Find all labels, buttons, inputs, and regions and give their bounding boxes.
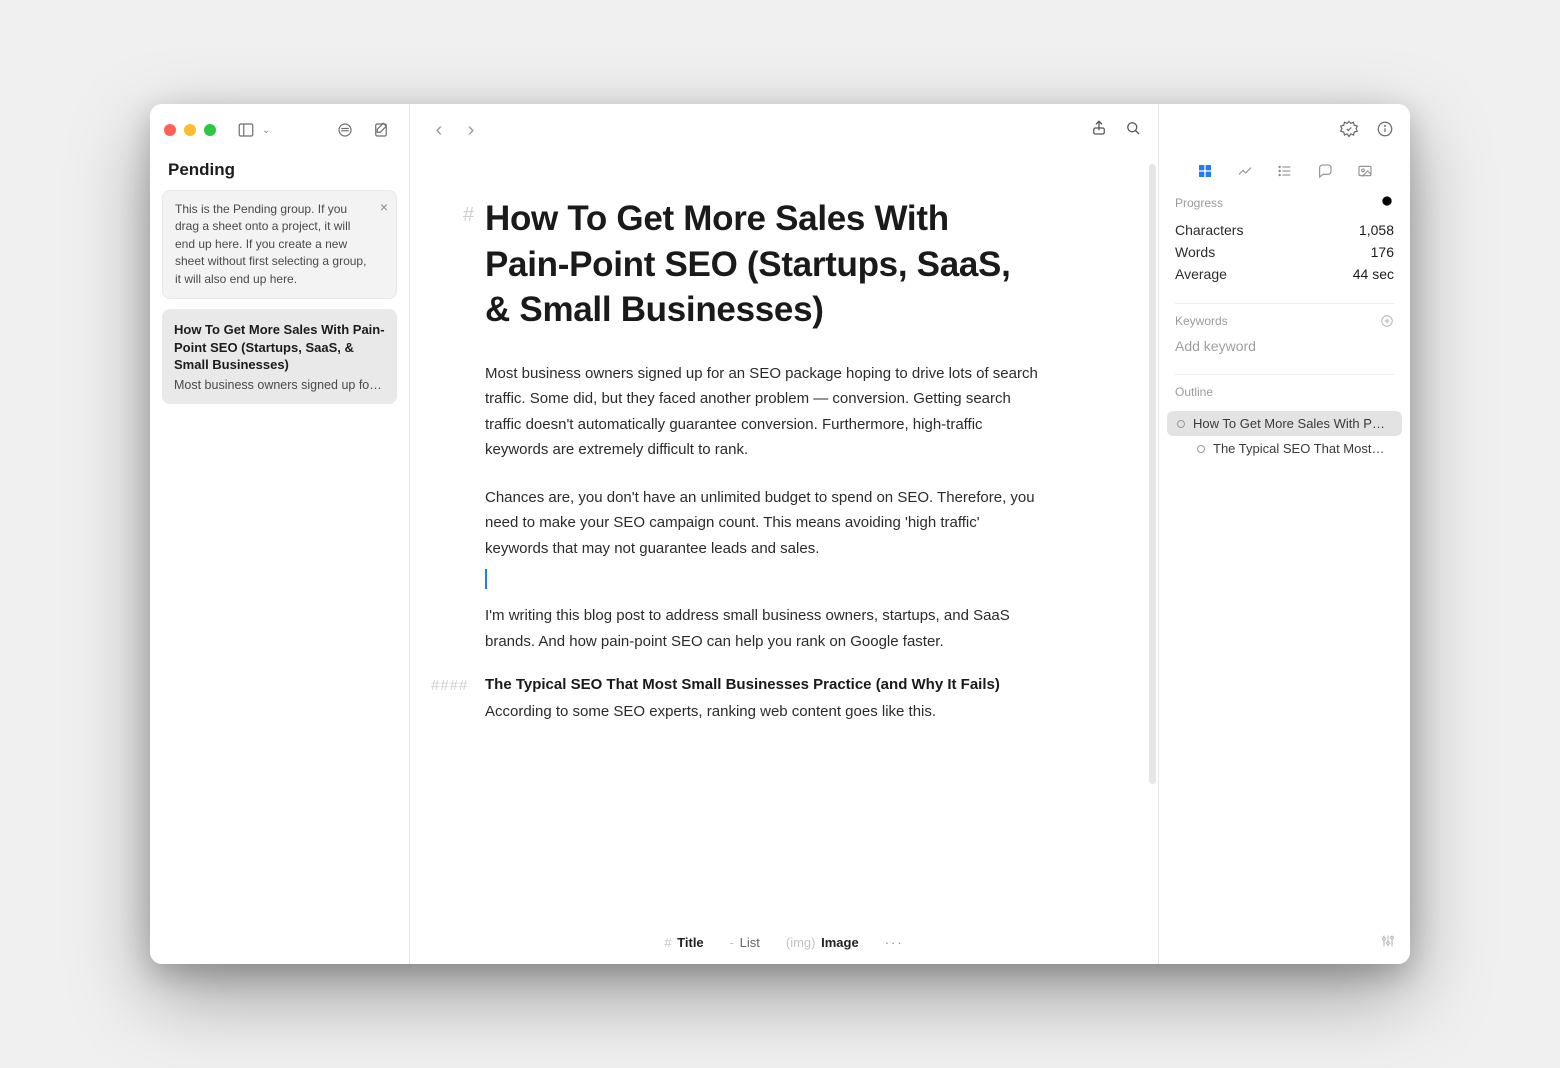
info-button[interactable] xyxy=(1376,120,1394,141)
stat-average: Average 44 sec xyxy=(1175,263,1394,285)
outline-item[interactable]: The Typical SEO That Most… xyxy=(1167,436,1402,461)
note-title: How To Get More Sales With Pain-Point SE… xyxy=(174,321,385,374)
editor-pane: ‹ › # How To Get More Sales With Pain-Po… xyxy=(410,104,1158,964)
outline-section-label: Outline xyxy=(1175,385,1213,399)
fade-overlay xyxy=(410,850,1158,920)
nav-back-button[interactable]: ‹ xyxy=(426,119,452,142)
sidebar-view-menu[interactable]: ⌄ xyxy=(262,125,270,136)
paragraph[interactable]: I'm writing this blog post to address sm… xyxy=(485,603,1040,654)
divider xyxy=(1175,303,1394,304)
inspector-panel: Progress Characters 1,058 Words 176 Aver… xyxy=(1158,104,1410,964)
search-button[interactable] xyxy=(1124,119,1142,142)
toggle-sidebar-button[interactable] xyxy=(232,116,260,144)
document-body[interactable]: # How To Get More Sales With Pain-Point … xyxy=(410,156,1110,825)
keywords-section-label: Keywords xyxy=(1175,314,1228,328)
divider xyxy=(1175,374,1394,375)
stat-characters: Characters 1,058 xyxy=(1175,219,1394,241)
minimize-window-button[interactable] xyxy=(184,124,196,136)
outline-section: Outline xyxy=(1159,385,1410,411)
group-info-text: This is the Pending group. If you drag a… xyxy=(175,202,366,286)
format-list-button[interactable]: - List xyxy=(730,935,760,950)
group-title: Pending xyxy=(150,156,409,190)
stats-tab[interactable] xyxy=(1236,162,1254,180)
document-heading-4[interactable]: The Typical SEO That Most Small Business… xyxy=(485,676,1040,693)
review-button[interactable] xyxy=(1340,120,1358,141)
outline-tab[interactable] xyxy=(1276,162,1294,180)
note-list-item[interactable]: How To Get More Sales With Pain-Point SE… xyxy=(162,309,397,404)
zoom-window-button[interactable] xyxy=(204,124,216,136)
heading-marker-icon: #### xyxy=(431,677,468,694)
paragraph[interactable]: Chances are, you don't have an unlimited… xyxy=(485,485,1040,562)
inspector-toolbar xyxy=(1159,104,1410,156)
format-more-button[interactable]: ··· xyxy=(885,935,904,950)
document-heading-1[interactable]: How To Get More Sales With Pain-Point SE… xyxy=(485,196,1040,333)
add-keyword-button[interactable] xyxy=(1380,314,1394,328)
format-bar: # Title - List (img) Image ··· xyxy=(410,920,1158,964)
outline-item[interactable]: How To Get More Sales With Pain… xyxy=(1167,411,1402,436)
sidebar-toolbar: ⌄ xyxy=(150,104,409,156)
stat-words: Words 176 xyxy=(1175,241,1394,263)
keywords-section: Keywords Add keyword xyxy=(1159,314,1410,368)
dismiss-info-button[interactable]: × xyxy=(380,197,388,217)
attachments-tab[interactable] xyxy=(1356,162,1374,180)
format-image-button[interactable]: (img) Image xyxy=(786,935,859,950)
goal-button[interactable] xyxy=(1380,194,1394,211)
nav-forward-button[interactable]: › xyxy=(458,119,484,142)
note-preview: Most business owners signed up for… xyxy=(174,378,385,392)
app-window: ⌄ Pending × This is the Pending group. I… xyxy=(150,104,1410,964)
paragraph[interactable]: According to some SEO experts, ranking w… xyxy=(485,699,1040,725)
dashboard-tab[interactable] xyxy=(1196,162,1214,180)
editor-toolbar: ‹ › xyxy=(410,104,1158,156)
share-button[interactable] xyxy=(1090,119,1108,142)
progress-section: Progress Characters 1,058 Words 176 Aver… xyxy=(1159,194,1410,297)
keyword-input[interactable]: Add keyword xyxy=(1175,336,1394,356)
group-info-card: × This is the Pending group. If you drag… xyxy=(162,190,397,299)
scrollbar-thumb[interactable] xyxy=(1149,164,1156,784)
new-sheet-button[interactable] xyxy=(367,116,395,144)
sidebar: ⌄ Pending × This is the Pending group. I… xyxy=(150,104,410,964)
text-cursor xyxy=(485,569,487,589)
heading-marker-icon: # xyxy=(463,204,474,227)
settings-button[interactable] xyxy=(1380,933,1396,952)
editor-scroll[interactable]: # How To Get More Sales With Pain-Point … xyxy=(410,156,1158,964)
annotations-tab[interactable] xyxy=(1316,162,1334,180)
format-title-button[interactable]: # Title xyxy=(664,935,703,950)
paragraph[interactable]: Most business owners signed up for an SE… xyxy=(485,361,1040,463)
outline-bullet-icon xyxy=(1197,445,1205,453)
progress-section-label: Progress xyxy=(1175,196,1223,210)
inspector-tabbar xyxy=(1159,156,1410,194)
window-controls xyxy=(164,124,216,136)
close-window-button[interactable] xyxy=(164,124,176,136)
outline-bullet-icon xyxy=(1177,420,1185,428)
sheet-list-button[interactable] xyxy=(331,116,359,144)
